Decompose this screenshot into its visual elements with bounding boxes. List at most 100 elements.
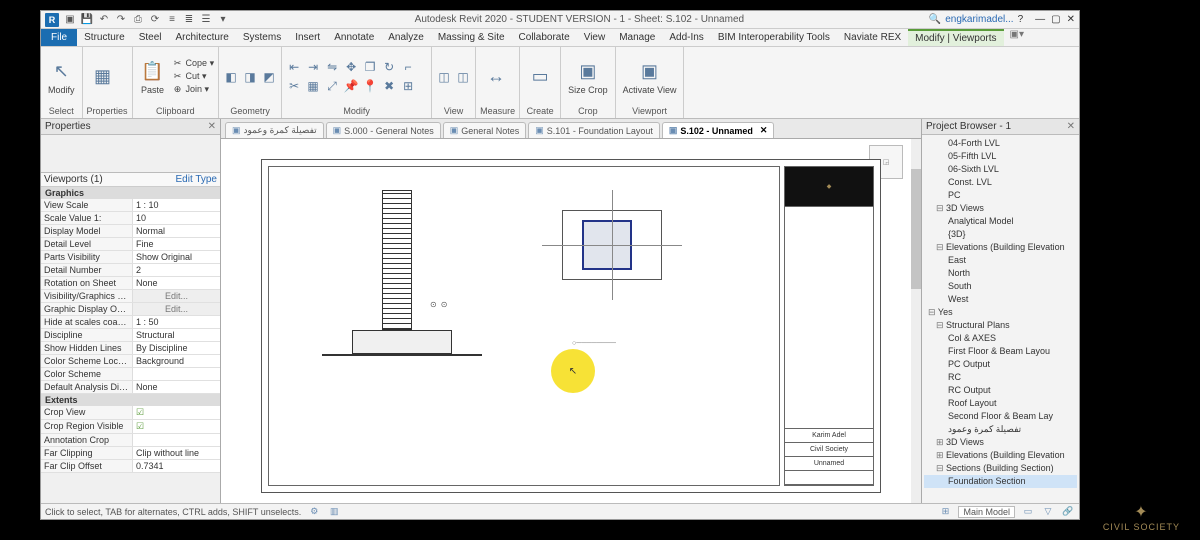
tab-bim-interop[interactable]: BIM Interoperability Tools — [711, 29, 837, 46]
section-detail[interactable]: ⊙⊙ — [322, 190, 482, 370]
tree-node[interactable]: Roof Layout — [924, 397, 1077, 410]
activate-view-button[interactable]: ▣Activate View — [620, 57, 680, 97]
maximize-icon[interactable]: ▢ — [1051, 14, 1060, 25]
properties-filter[interactable]: Viewports (1) — [44, 174, 103, 185]
tree-node[interactable]: Sections (Building Section) — [924, 462, 1077, 475]
switch-windows-icon[interactable]: ▾ — [216, 13, 230, 27]
tab-naviate[interactable]: Naviate REX — [837, 29, 908, 46]
create-button[interactable]: ▭ — [524, 62, 556, 92]
undo-icon[interactable]: ↶ — [97, 13, 111, 27]
tree-node[interactable]: Analytical Model — [924, 215, 1077, 228]
status-icon[interactable]: ⚙ — [307, 505, 321, 519]
tab-manage[interactable]: Manage — [612, 29, 662, 46]
tree-node[interactable]: Const. LVL — [924, 176, 1077, 189]
mirror-icon[interactable]: ⇋ — [324, 59, 340, 75]
tab-steel[interactable]: Steel — [132, 29, 169, 46]
property-row[interactable]: Crop Region Visible — [41, 420, 220, 434]
offset-icon[interactable]: ⇥ — [305, 59, 321, 75]
redo-icon[interactable]: ↷ — [114, 13, 128, 27]
close-hidden-icon[interactable]: ☰ — [199, 13, 213, 27]
property-row[interactable]: Parts VisibilityShow Original — [41, 251, 220, 264]
help-icon[interactable]: ? — [1018, 14, 1024, 25]
trim-icon[interactable]: ⌐ — [400, 59, 416, 75]
plan-detail[interactable] — [542, 190, 682, 300]
cope-button[interactable]: ✂Cope ▾ — [172, 58, 215, 70]
view-icon[interactable]: ◫ — [455, 69, 471, 85]
tree-node[interactable]: PC — [924, 189, 1077, 202]
tree-node[interactable]: 06-Sixth LVL — [924, 163, 1077, 176]
print-icon[interactable]: ⎙ — [131, 13, 145, 27]
tree-node[interactable]: RC — [924, 371, 1077, 384]
property-row[interactable]: Far Clip Offset0.7341 — [41, 460, 220, 473]
open-icon[interactable]: ▣ — [63, 13, 77, 27]
property-row[interactable]: View Scale1 : 10 — [41, 199, 220, 212]
design-options-combo[interactable]: Main Model — [958, 506, 1015, 518]
tree-node[interactable]: RC Output — [924, 384, 1077, 397]
tree-node[interactable]: 3D Views — [924, 202, 1077, 215]
minimize-icon[interactable]: — — [1035, 14, 1045, 25]
measure-button[interactable]: ↔ — [480, 62, 512, 92]
tree-node[interactable]: Structural Plans — [924, 319, 1077, 332]
modify-button[interactable]: ↖Modify — [45, 57, 78, 97]
tree-node[interactable]: South — [924, 280, 1077, 293]
sync-icon[interactable]: ⟳ — [148, 13, 162, 27]
file-tab[interactable]: File — [41, 29, 77, 46]
close-icon[interactable]: ✕ — [1067, 121, 1075, 132]
tab-annotate[interactable]: Annotate — [327, 29, 381, 46]
tab-insert[interactable]: Insert — [288, 29, 327, 46]
properties-button[interactable]: ▦ — [87, 62, 119, 92]
split-icon[interactable]: ✂ — [286, 78, 302, 94]
signed-in-user[interactable]: engkarimadel... — [945, 14, 1013, 25]
tab-collaborate[interactable]: Collaborate — [512, 29, 577, 46]
tree-node[interactable]: 05-Fifth LVL — [924, 150, 1077, 163]
tab-modify-viewports[interactable]: Modify | Viewports — [908, 29, 1003, 46]
edit-type-button[interactable]: Edit Type — [175, 174, 217, 185]
tree-node[interactable]: تفصيلة كمرة وعمود — [924, 423, 1077, 436]
worksets-icon[interactable]: ⊞ — [938, 505, 952, 519]
tree-node[interactable]: PC Output — [924, 358, 1077, 371]
scrollbar-thumb[interactable] — [911, 169, 921, 289]
property-row[interactable]: Detail Number2 — [41, 264, 220, 277]
tab-analyze[interactable]: Analyze — [381, 29, 431, 46]
rotate-icon[interactable]: ↻ — [381, 59, 397, 75]
close-icon[interactable]: ✕ — [208, 121, 216, 132]
property-row[interactable]: Visibility/Graphics Ove...Edit... — [41, 290, 220, 303]
join-button[interactable]: ⊕Join ▾ — [172, 84, 215, 96]
property-row[interactable]: DisciplineStructural — [41, 329, 220, 342]
view-tab[interactable]: ▣تفصيلة كمرة وعمود — [225, 122, 324, 138]
view-tab[interactable]: ▣S.000 - General Notes — [326, 122, 441, 138]
copy-icon[interactable]: ❐ — [362, 59, 378, 75]
property-row[interactable]: Color Scheme LocationBackground — [41, 355, 220, 368]
geom-icon[interactable]: ◨ — [242, 69, 258, 85]
type-preview[interactable] — [41, 135, 220, 173]
tab-view[interactable]: View — [577, 29, 613, 46]
tree-node[interactable]: East — [924, 254, 1077, 267]
property-row[interactable]: Show Hidden LinesBy Discipline — [41, 342, 220, 355]
link-icon[interactable]: 🔗 — [1061, 505, 1075, 519]
pin-icon[interactable]: 📌 — [343, 78, 359, 94]
property-row[interactable]: Detail LevelFine — [41, 238, 220, 251]
tree-node[interactable]: Yes — [924, 306, 1077, 319]
status-icon[interactable]: ▥ — [327, 505, 341, 519]
search-icon[interactable]: 🔍 — [929, 14, 941, 25]
cut-button[interactable]: ✂Cut ▾ — [172, 71, 215, 83]
measure-icon[interactable]: ≡ — [165, 13, 179, 27]
property-row[interactable]: Color Scheme — [41, 368, 220, 381]
tree-node[interactable]: {3D} — [924, 228, 1077, 241]
property-row[interactable]: Graphic Display OptionsEdit... — [41, 303, 220, 316]
tree-node[interactable]: North — [924, 267, 1077, 280]
align-icon[interactable]: ⇤ — [286, 59, 302, 75]
unpin-icon[interactable]: 📍 — [362, 78, 378, 94]
property-row[interactable]: Display ModelNormal — [41, 225, 220, 238]
tab-structure[interactable]: Structure — [77, 29, 132, 46]
scale-icon[interactable]: ⤢ — [324, 78, 340, 94]
canvas[interactable]: ◲ ◆ Karim Adel Civil Society Unnamed ⊙⊙ — [221, 139, 921, 503]
property-row[interactable]: Rotation on SheetNone — [41, 277, 220, 290]
move-icon[interactable]: ✥ — [343, 59, 359, 75]
view-tab[interactable]: ▣S.102 - Unnamed ✕ — [662, 122, 775, 138]
property-row[interactable]: Scale Value 1:10 — [41, 212, 220, 225]
size-crop-button[interactable]: ▣Size Crop — [565, 57, 611, 97]
tree-node[interactable]: First Floor & Beam Layou — [924, 345, 1077, 358]
tree-node[interactable]: West — [924, 293, 1077, 306]
geom-icon[interactable]: ◧ — [223, 69, 239, 85]
